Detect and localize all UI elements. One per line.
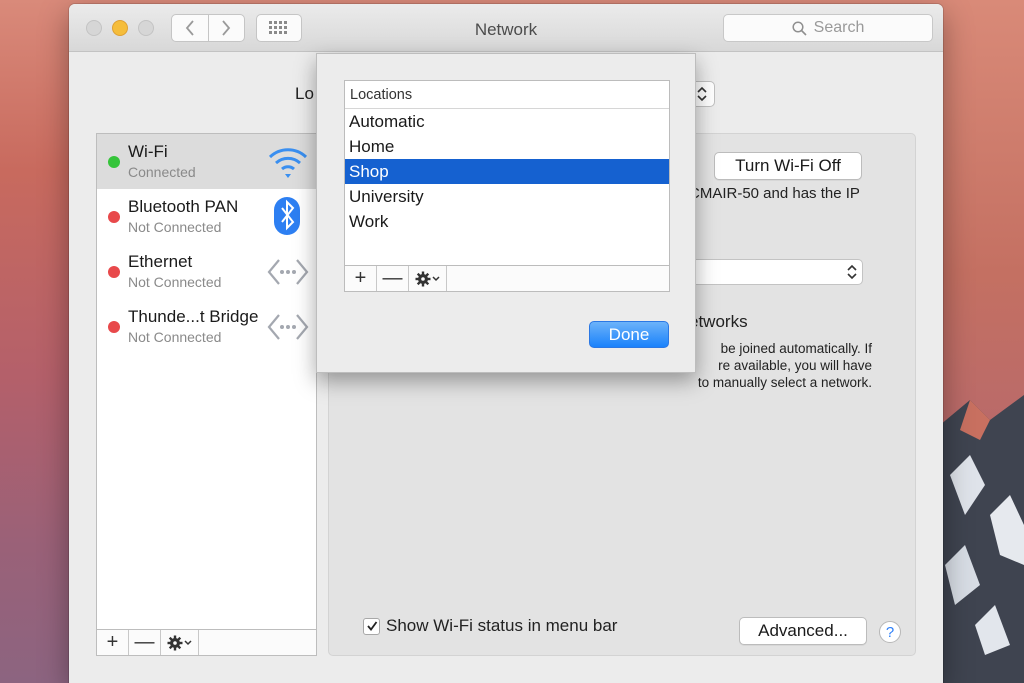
show-wifi-status-label: Show Wi-Fi status in menu bar xyxy=(386,616,618,635)
help-text-line: to manually select a network. xyxy=(697,375,872,390)
ethernet-icon xyxy=(267,259,309,285)
service-list-toolbar: + — xyxy=(96,629,317,656)
service-status: Not Connected xyxy=(128,329,222,345)
location-label: Lo xyxy=(295,84,314,103)
wifi-icon xyxy=(268,148,308,178)
gear-icon xyxy=(167,635,192,650)
service-name: Ethernet xyxy=(128,252,193,271)
remove-service-button[interactable]: — xyxy=(129,630,161,655)
thunderbolt-bridge-icon xyxy=(267,314,309,340)
chevron-updown-icon xyxy=(697,86,707,102)
show-wifi-status-row: Show Wi-Fi status in menu bar xyxy=(363,616,617,636)
search-input[interactable]: Search xyxy=(723,14,933,42)
status-dot-disconnected xyxy=(108,321,120,333)
status-dot-connected xyxy=(108,156,120,168)
service-item-thunderbolt-bridge[interactable]: Thunde...t Bridge Not Connected xyxy=(97,299,316,354)
status-dot-disconnected xyxy=(108,211,120,223)
add-service-button[interactable]: + xyxy=(97,630,129,655)
done-button[interactable]: Done xyxy=(589,321,669,348)
service-status: Not Connected xyxy=(128,274,222,290)
add-location-button[interactable]: + xyxy=(345,266,377,291)
show-wifi-status-checkbox[interactable] xyxy=(363,617,380,635)
ask-to-join-label: etworks xyxy=(689,312,748,331)
help-button[interactable]: ? xyxy=(879,621,901,643)
location-item-shop[interactable]: Shop xyxy=(345,159,669,184)
network-name-select[interactable] xyxy=(689,259,863,285)
network-service-list: Wi-Fi Connected Bluetooth PAN Not Connec… xyxy=(96,133,317,630)
checkmark-icon xyxy=(366,621,377,631)
status-dot-disconnected xyxy=(108,266,120,278)
locations-toolbar: + — xyxy=(344,265,670,292)
service-status: Connected xyxy=(128,164,196,180)
location-item-university[interactable]: University xyxy=(345,184,669,209)
service-name: Wi-Fi xyxy=(128,142,168,161)
location-actions-button[interactable] xyxy=(409,266,447,291)
service-item-wifi[interactable]: Wi-Fi Connected xyxy=(97,134,316,189)
service-name: Thunde...t Bridge xyxy=(128,307,259,326)
wifi-status-text: CMAIR-50 and has the IP xyxy=(689,185,860,202)
service-actions-button[interactable] xyxy=(161,630,199,655)
turn-wifi-off-button[interactable]: Turn Wi-Fi Off xyxy=(714,152,862,180)
remove-location-button[interactable]: — xyxy=(377,266,409,291)
service-item-bluetooth-pan[interactable]: Bluetooth PAN Not Connected xyxy=(97,189,316,244)
search-icon xyxy=(792,20,807,36)
service-status: Not Connected xyxy=(128,219,222,235)
locations-header: Locations xyxy=(345,81,669,109)
mountain-wallpaper-image xyxy=(940,395,1024,683)
locations-sheet: Locations Automatic Home Shop University… xyxy=(316,53,696,373)
title-bar: Network Search xyxy=(69,4,943,52)
location-item-work[interactable]: Work xyxy=(345,209,669,234)
service-item-ethernet[interactable]: Ethernet Not Connected xyxy=(97,244,316,299)
bluetooth-icon xyxy=(274,197,300,235)
gear-icon xyxy=(415,271,440,286)
chevron-updown-icon xyxy=(847,264,857,280)
location-item-automatic[interactable]: Automatic xyxy=(345,109,669,134)
search-placeholder: Search xyxy=(813,19,865,36)
location-item-home[interactable]: Home xyxy=(345,134,669,159)
locations-table: Locations Automatic Home Shop University… xyxy=(344,80,670,292)
service-name: Bluetooth PAN xyxy=(128,197,239,216)
advanced-button[interactable]: Advanced... xyxy=(739,617,867,645)
